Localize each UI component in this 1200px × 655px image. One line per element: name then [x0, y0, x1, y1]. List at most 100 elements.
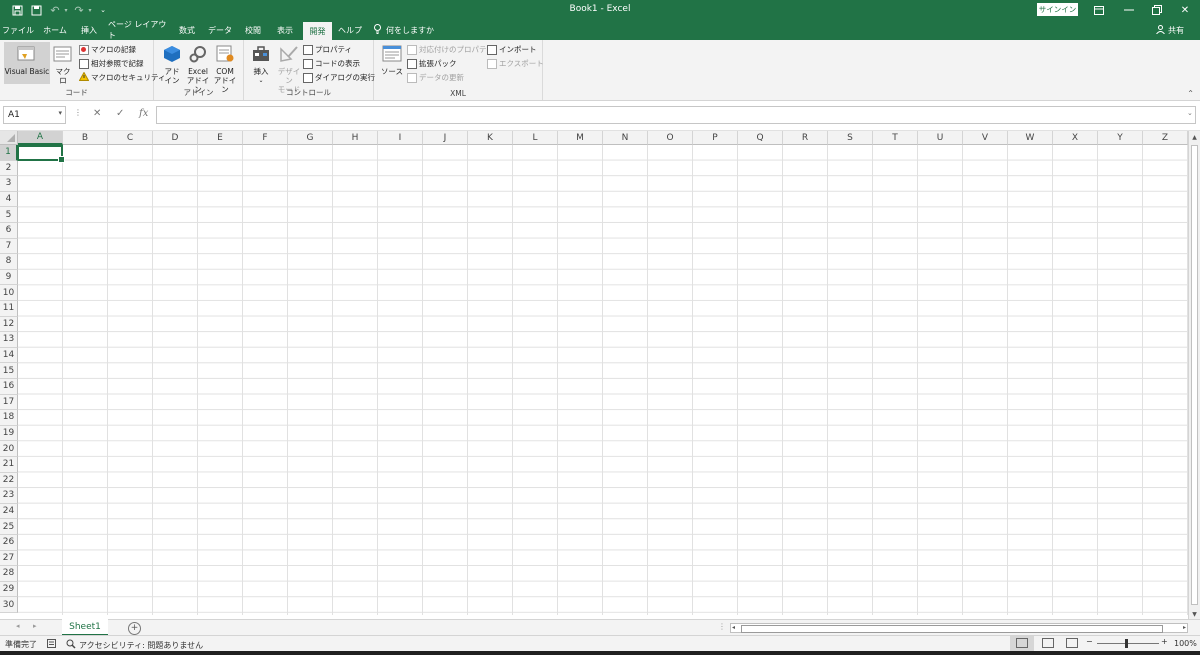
- signin-button[interactable]: サインイン: [1037, 3, 1078, 16]
- name-box-dropdown-icon[interactable]: ▾: [58, 109, 62, 117]
- row-header[interactable]: 18: [0, 410, 18, 426]
- properties-button[interactable]: プロパティ: [303, 43, 352, 56]
- zoom-slider[interactable]: [1097, 643, 1159, 644]
- row-header[interactable]: 15: [0, 363, 18, 379]
- row-header[interactable]: 14: [0, 347, 18, 364]
- macros-button[interactable]: マクロ: [52, 42, 74, 85]
- tab-insert[interactable]: 挿入: [76, 20, 102, 40]
- tab-formulas[interactable]: 数式: [174, 20, 200, 40]
- normal-view-button[interactable]: [1010, 636, 1034, 652]
- column-header[interactable]: T: [873, 131, 918, 145]
- row-header[interactable]: 5: [0, 207, 18, 223]
- row-header[interactable]: 6: [0, 223, 18, 239]
- tab-split-grip-icon[interactable]: ⋮: [718, 622, 726, 631]
- row-header[interactable]: 25: [0, 519, 18, 535]
- column-header[interactable]: K: [468, 131, 513, 145]
- accessibility-status[interactable]: アクセシビリティ: 問題ありません: [66, 639, 203, 651]
- column-header[interactable]: I: [378, 131, 423, 145]
- column-header[interactable]: J: [423, 131, 468, 145]
- row-header[interactable]: 1: [0, 145, 18, 161]
- select-all-button[interactable]: [0, 131, 18, 145]
- share-button[interactable]: 共有: [1156, 20, 1184, 40]
- scroll-right-icon[interactable]: ▸: [1183, 624, 1186, 631]
- addins-button[interactable]: アド イン: [160, 42, 184, 85]
- column-header[interactable]: B: [63, 131, 108, 145]
- xml-source-button[interactable]: ソース: [380, 42, 404, 76]
- tab-page-layout[interactable]: ページ レイアウト: [108, 20, 168, 40]
- column-header[interactable]: N: [603, 131, 648, 145]
- row-header[interactable]: 10: [0, 285, 18, 301]
- tell-me-search[interactable]: 何をしますか: [374, 20, 434, 40]
- import-button[interactable]: インポート: [487, 43, 537, 56]
- enter-icon[interactable]: ✓: [116, 108, 124, 119]
- row-header[interactable]: 13: [0, 332, 18, 348]
- row-header[interactable]: 12: [0, 316, 18, 333]
- row-header[interactable]: 17: [0, 394, 18, 411]
- macro-security-button[interactable]: マクロのセキュリティ: [78, 71, 166, 84]
- zoom-out-button[interactable]: −: [1086, 637, 1093, 646]
- row-header[interactable]: 3: [0, 176, 18, 192]
- insert-function-icon[interactable]: fx: [139, 108, 148, 119]
- row-header[interactable]: 4: [0, 191, 18, 208]
- expansion-packs-button[interactable]: 拡張パック: [407, 57, 457, 70]
- row-header[interactable]: 24: [0, 503, 18, 520]
- zoom-level[interactable]: 100%: [1174, 639, 1197, 648]
- scroll-left-icon[interactable]: ◂: [732, 624, 735, 631]
- row-header[interactable]: 16: [0, 379, 18, 395]
- next-sheet-icon[interactable]: ▸: [33, 622, 37, 630]
- column-header[interactable]: Z: [1143, 131, 1188, 145]
- add-sheet-icon[interactable]: +: [128, 622, 141, 635]
- row-header[interactable]: 30: [0, 597, 18, 613]
- row-header[interactable]: 26: [0, 535, 18, 551]
- column-header[interactable]: P: [693, 131, 738, 145]
- row-header[interactable]: 11: [0, 301, 18, 317]
- active-cell[interactable]: [17, 145, 65, 163]
- column-header[interactable]: V: [963, 131, 1008, 145]
- formula-input[interactable]: [156, 106, 1196, 124]
- column-header[interactable]: Q: [738, 131, 783, 145]
- map-properties-button[interactable]: 対応付けのプロパティ: [407, 43, 494, 56]
- insert-control-button[interactable]: 挿入 ⌄: [248, 42, 274, 85]
- vertical-scroll-thumb[interactable]: [1191, 145, 1198, 605]
- minimize-icon[interactable]: [1118, 2, 1140, 18]
- column-header[interactable]: M: [558, 131, 603, 145]
- row-header[interactable]: 23: [0, 488, 18, 504]
- vertical-scrollbar[interactable]: ▲ ▼: [1188, 131, 1200, 620]
- column-header[interactable]: W: [1008, 131, 1053, 145]
- column-header[interactable]: R: [783, 131, 828, 145]
- column-header[interactable]: D: [153, 131, 198, 145]
- row-header[interactable]: 27: [0, 550, 18, 567]
- column-header[interactable]: O: [648, 131, 693, 145]
- close-icon[interactable]: ✕: [1174, 2, 1196, 18]
- ribbon-display-options-icon[interactable]: [1088, 2, 1110, 18]
- zoom-in-button[interactable]: +: [1161, 637, 1168, 646]
- refresh-data-button[interactable]: データの更新: [407, 71, 464, 84]
- zoom-slider-handle[interactable]: [1125, 639, 1128, 648]
- prev-sheet-icon[interactable]: ◂: [16, 622, 20, 630]
- relative-reference-button[interactable]: 相対参照で記録: [79, 57, 144, 70]
- name-box[interactable]: A1 ▾: [3, 106, 66, 124]
- tab-data[interactable]: データ: [206, 20, 234, 40]
- macro-recording-icon[interactable]: [47, 639, 56, 648]
- column-header[interactable]: C: [108, 131, 153, 145]
- row-header[interactable]: 8: [0, 254, 18, 270]
- column-header[interactable]: A: [18, 131, 63, 145]
- collapse-ribbon-icon[interactable]: ⌃: [1187, 89, 1194, 98]
- sheet-tab-sheet1[interactable]: Sheet1: [62, 619, 108, 636]
- page-layout-view-icon[interactable]: [1042, 638, 1054, 648]
- column-header[interactable]: L: [513, 131, 558, 145]
- expand-formula-bar-icon[interactable]: ⌄: [1187, 109, 1193, 117]
- run-dialog-button[interactable]: ダイアログの実行: [303, 71, 375, 84]
- horizontal-scrollbar[interactable]: ◂ ▸: [730, 623, 1188, 633]
- tab-review[interactable]: 校閲: [240, 20, 266, 40]
- tab-developer[interactable]: 開発: [303, 22, 332, 40]
- tab-help[interactable]: ヘルプ: [336, 20, 364, 40]
- row-header[interactable]: 2: [0, 160, 18, 177]
- horizontal-scroll-thumb[interactable]: [741, 625, 1163, 633]
- row-header[interactable]: 28: [0, 566, 18, 582]
- column-header[interactable]: G: [288, 131, 333, 145]
- column-header[interactable]: X: [1053, 131, 1098, 145]
- column-header[interactable]: E: [198, 131, 243, 145]
- page-break-preview-icon[interactable]: [1066, 638, 1078, 648]
- row-header[interactable]: 22: [0, 472, 18, 489]
